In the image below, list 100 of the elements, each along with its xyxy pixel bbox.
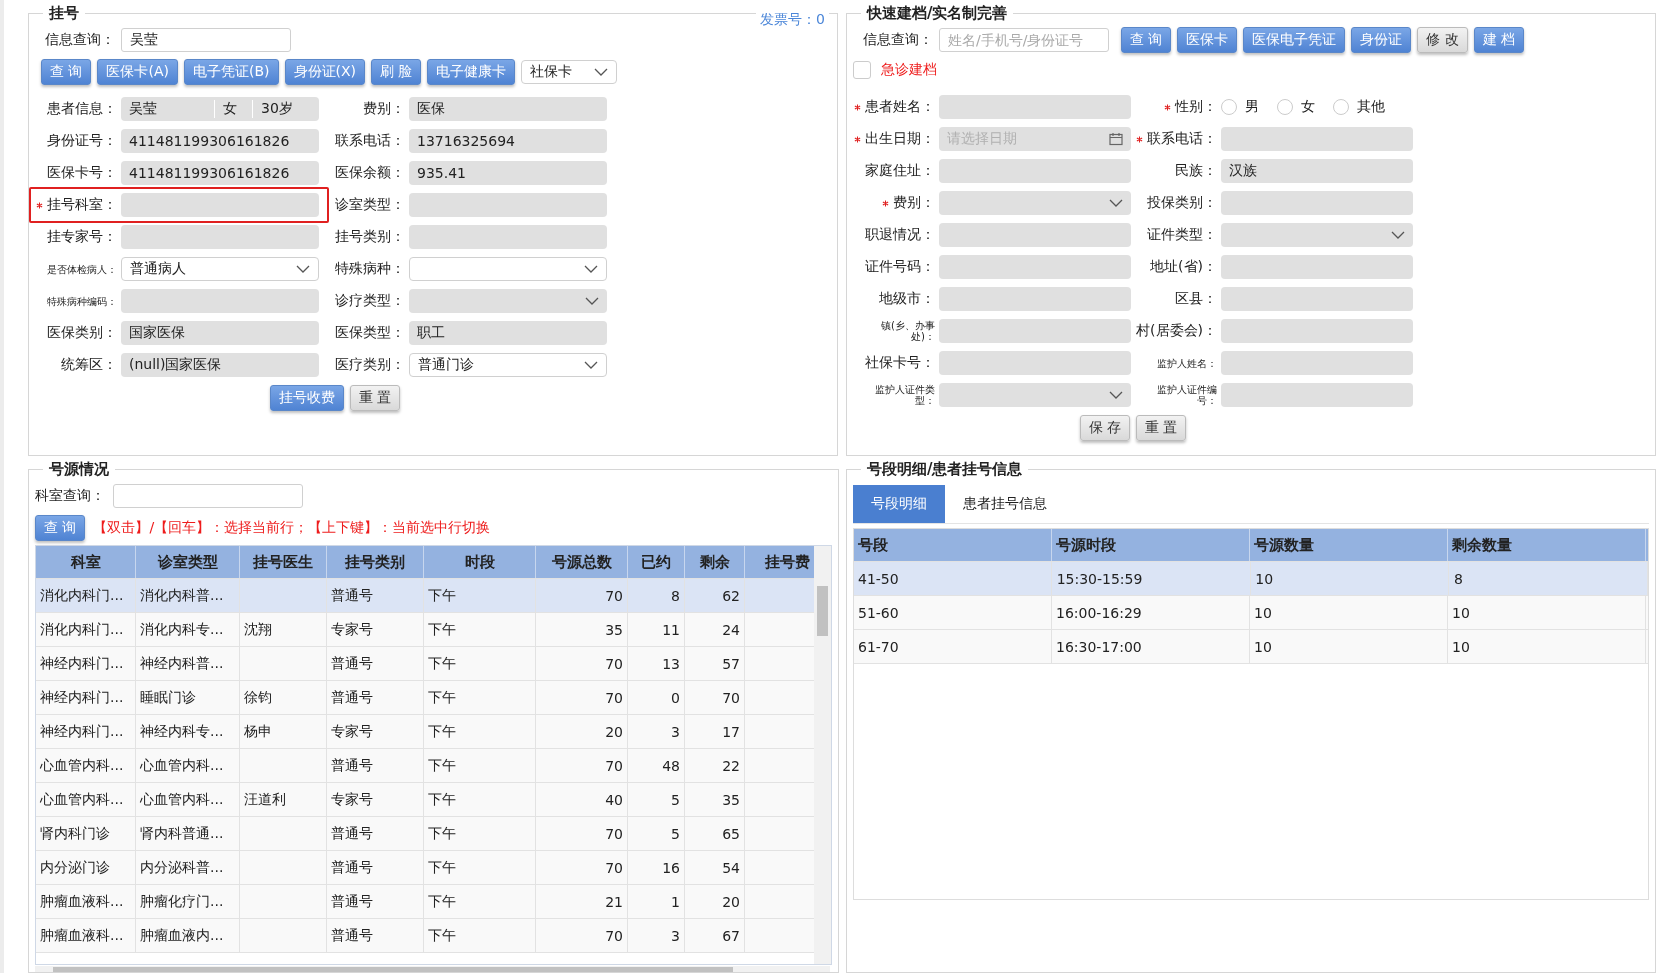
- invoice-number: 0: [816, 11, 825, 27]
- table-cell: 8: [628, 579, 685, 612]
- action-button[interactable]: 重 置: [1136, 415, 1187, 441]
- section-title: 挂号: [48, 4, 80, 23]
- field-label: 监护人证件类型：: [874, 384, 935, 406]
- field-label: 信息查询：: [862, 31, 933, 49]
- calendar-icon: [1109, 132, 1123, 146]
- field-label: 特殊病种：: [335, 260, 405, 278]
- table-cell: 下午: [424, 783, 536, 816]
- column-header[interactable]: 科室: [36, 546, 136, 578]
- field-label: 证件号码：: [865, 258, 935, 276]
- table-row[interactable]: 心血管内科... 心血管内科... 普通号 下午 70 48 22: [36, 749, 814, 783]
- radio-button[interactable]: [1277, 99, 1293, 115]
- field-label: 社保卡号：: [865, 354, 935, 372]
- column-header[interactable]: 挂号类别: [327, 546, 424, 578]
- table-cell: 徐钧: [240, 681, 327, 714]
- field-label: 村(居委会)：: [1136, 322, 1217, 340]
- field-label: 医保类型：: [335, 324, 405, 342]
- table-row[interactable]: 61-70 16:30-17:00 10 10: [854, 630, 1648, 664]
- table-cell: 下午: [424, 715, 536, 748]
- column-header[interactable]: 已约: [628, 546, 685, 578]
- checkbox[interactable]: [853, 61, 871, 79]
- horizontal-scrollbar[interactable]: [35, 966, 830, 972]
- table-row[interactable]: 41-50 15:30-15:59 10 8: [854, 562, 1648, 596]
- field-label: 监护人证件编号：: [1156, 384, 1217, 406]
- search-field[interactable]: 吴莹: [121, 28, 291, 52]
- table-cell: 神经内科门...: [36, 681, 136, 714]
- column-header[interactable]: 挂号医生: [240, 546, 327, 578]
- tab[interactable]: 号段明细: [853, 485, 945, 523]
- table-cell: 普通号: [327, 885, 424, 918]
- column-header[interactable]: 剩余数量: [1448, 529, 1646, 561]
- search-field[interactable]: [113, 484, 303, 508]
- chevron-down-icon: [594, 68, 609, 76]
- table-cell: 10: [1452, 638, 1470, 655]
- table-cell: 70: [536, 749, 628, 782]
- table-cell: 汪道利: [240, 783, 327, 816]
- table-cell: 心血管内科...: [36, 783, 136, 816]
- column-header[interactable]: 时段: [424, 546, 536, 578]
- select-field[interactable]: 普通门诊: [409, 353, 607, 377]
- table-cell: 61-70: [858, 638, 899, 655]
- select-field[interactable]: 普通病人: [121, 257, 319, 281]
- table-row[interactable]: 消化内科门... 消化内科专... 沈翔 专家号 下午 35 11 24: [36, 613, 814, 647]
- chevron-down-icon: [585, 297, 599, 305]
- field-label: 身份证号：: [47, 132, 117, 150]
- card-type-select[interactable]: 社保卡: [521, 60, 618, 84]
- column-header[interactable]: 号源总数: [536, 546, 628, 578]
- radio-button[interactable]: [1333, 99, 1349, 115]
- table-cell: 10: [1254, 604, 1272, 621]
- column-header[interactable]: 号源数量: [1250, 529, 1448, 561]
- table-cell: 下午: [424, 579, 536, 612]
- table-cell: 22: [685, 749, 745, 782]
- column-header[interactable]: 号段: [854, 529, 1052, 561]
- action-button[interactable]: 保 存: [1079, 415, 1130, 441]
- table-cell: 消化内科门...: [36, 579, 136, 612]
- vertical-scrollbar[interactable]: [814, 546, 831, 964]
- table-row[interactable]: 神经内科门... 睡眠门诊 徐钧 普通号 下午 70 0 70: [36, 681, 814, 715]
- table-cell: 心血管内科...: [136, 749, 240, 782]
- table-cell: 51-60: [858, 604, 899, 621]
- column-header[interactable]: 剩余: [685, 546, 745, 578]
- table-row[interactable]: 肾内科门诊 肾内科普通... 普通号 下午 70 5 65: [36, 817, 814, 851]
- action-button[interactable]: 修 改: [1417, 27, 1468, 53]
- field-label: 联系电话：: [335, 132, 405, 150]
- table-cell: 65: [685, 817, 745, 850]
- table-cell: 70: [536, 817, 628, 850]
- field-label: 诊疗类型：: [335, 292, 405, 310]
- table-cell: 肾内科门诊: [36, 817, 136, 850]
- table-cell: 1: [628, 885, 685, 918]
- table-cell: 70: [536, 681, 628, 714]
- table-cell: 70: [536, 579, 628, 612]
- table-row[interactable]: 51-60 16:00-16:29 10 10: [854, 596, 1648, 630]
- table-cell: 16: [628, 851, 685, 884]
- radio-button[interactable]: [1221, 99, 1237, 115]
- field-value: 吴莹: [121, 100, 215, 118]
- table-cell: 20: [536, 715, 628, 748]
- field-label: 监护人姓名：: [1157, 357, 1217, 369]
- table-row[interactable]: 心血管内科... 心血管内科... 汪道利 专家号 下午 40 5 35: [36, 783, 814, 817]
- table-cell: 48: [628, 749, 685, 782]
- select-field[interactable]: [409, 257, 607, 281]
- table-cell: 睡眠门诊: [136, 681, 240, 714]
- table-cell: 杨申: [240, 715, 327, 748]
- table-row[interactable]: 神经内科门... 神经内科专... 杨申 专家号 下午 20 3 17: [36, 715, 814, 749]
- table-row[interactable]: 内分泌门诊 内分泌科普... 普通号 下午 70 16 54: [36, 851, 814, 885]
- search-field[interactable]: 姓名/手机号/身份证号: [939, 28, 1109, 52]
- table-row[interactable]: 神经内科门... 神经内科普... 普通号 下午 70 13 57: [36, 647, 814, 681]
- field-label: 医疗类别：: [335, 356, 405, 374]
- field-label: 特殊病种编码：: [47, 295, 117, 307]
- table-cell: 普通号: [327, 749, 424, 782]
- action-button[interactable]: 重 置: [349, 385, 401, 411]
- column-header[interactable]: 诊室类型: [136, 546, 240, 578]
- field-label: 挂专家号：: [47, 228, 117, 246]
- field-label: 镇(乡、办事处)：: [880, 320, 935, 342]
- field-label: 诊室类型：: [335, 196, 405, 214]
- table-row[interactable]: 肿瘤血液科... 肿瘤化疗门... 普通号 下午 21 1 20: [36, 885, 814, 919]
- field-label: 费别：: [363, 100, 405, 118]
- table-cell: 70: [536, 647, 628, 680]
- table-row[interactable]: 肿瘤血液科... 肿瘤血液内... 普通号 下午 70 3 67: [36, 919, 814, 953]
- column-header[interactable]: 号源时段: [1052, 529, 1250, 561]
- table-cell: 11: [628, 613, 685, 646]
- checkbox-label: 急诊建档: [881, 61, 937, 79]
- table-row[interactable]: 消化内科门... 消化内科普... 普通号 下午 70 8 62: [36, 579, 814, 613]
